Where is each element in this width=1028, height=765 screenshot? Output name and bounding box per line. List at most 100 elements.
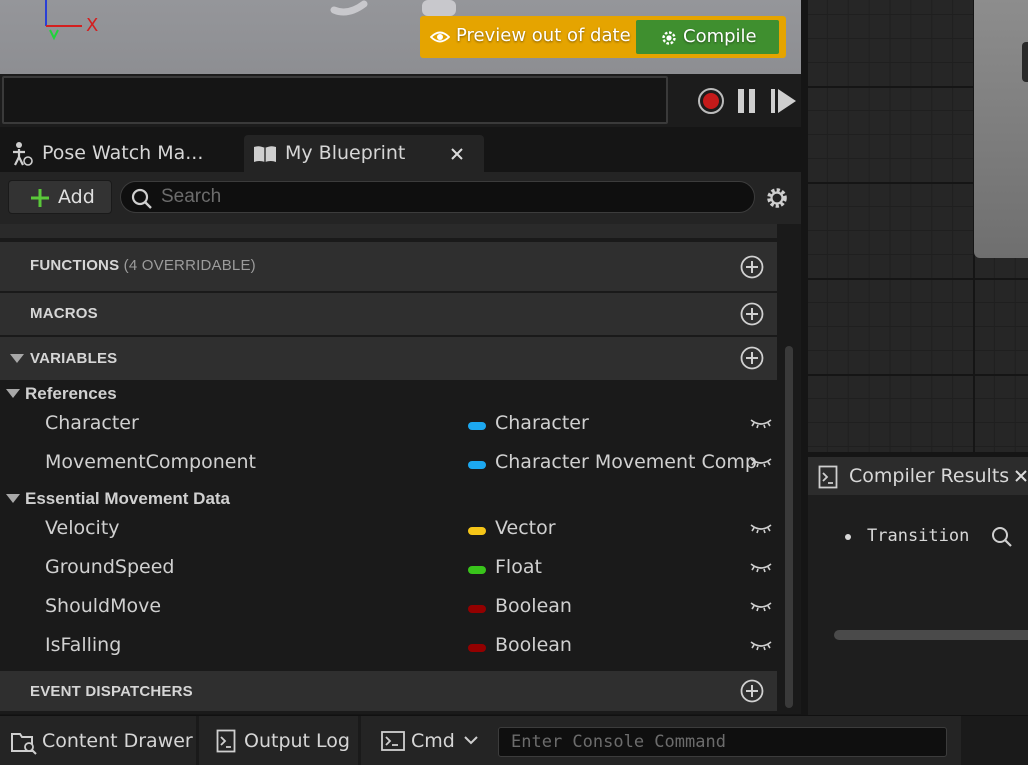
compiler-log-icon xyxy=(818,465,838,489)
closed-eye-icon[interactable] xyxy=(750,639,772,651)
variable-name: Character xyxy=(45,412,139,434)
preview-viewport[interactable]: X Preview out of date Compile xyxy=(0,0,801,74)
add-macro-plus-icon[interactable] xyxy=(740,302,764,326)
compiler-results-title: Compiler Results xyxy=(849,465,1010,487)
add-event-dispatcher-plus-icon[interactable] xyxy=(740,679,764,703)
closed-eye-icon[interactable] xyxy=(750,417,772,429)
type-color-pill xyxy=(468,422,486,430)
category-essential-movement-data[interactable]: Essential Movement Data xyxy=(0,489,777,513)
section-remnant xyxy=(0,224,777,238)
add-label: Add xyxy=(58,186,95,208)
type-color-pill xyxy=(468,566,486,574)
type-color-pill xyxy=(468,461,486,469)
type-color-pill xyxy=(468,527,486,535)
tab-my-blueprint[interactable]: My Blueprint xyxy=(244,135,484,172)
axis-x-label: X xyxy=(86,15,99,36)
category-references[interactable]: References xyxy=(0,384,777,408)
close-icon[interactable] xyxy=(451,148,463,160)
debug-toolbar xyxy=(0,74,801,127)
add-variable-plus-icon[interactable] xyxy=(740,346,764,370)
closed-eye-icon[interactable] xyxy=(750,600,772,612)
category-references-label: References xyxy=(25,384,117,403)
variable-row[interactable]: Character Character xyxy=(0,407,777,443)
tab-my-blueprint-label: My Blueprint xyxy=(285,142,406,164)
variable-type[interactable]: Boolean xyxy=(495,634,572,656)
chevron-down-icon xyxy=(464,736,478,745)
variable-row[interactable]: MovementComponent Character Movement Com… xyxy=(0,446,777,482)
book-icon xyxy=(254,146,276,162)
pause-icon[interactable] xyxy=(736,87,758,115)
debug-filter-field[interactable] xyxy=(2,76,668,124)
graph-editor-canvas[interactable] xyxy=(806,0,1028,452)
type-color-pill xyxy=(468,605,486,613)
gear-icon xyxy=(662,31,676,45)
closed-eye-icon[interactable] xyxy=(750,561,772,573)
search-icon xyxy=(131,188,152,209)
eye-icon xyxy=(430,31,450,43)
cmd-dropdown[interactable]: Cmd xyxy=(371,716,489,765)
section-functions[interactable]: FUNCTIONS (4 OVERRIDABLE) xyxy=(0,242,777,291)
graph-node-pin xyxy=(1022,42,1028,82)
section-variables-title: VARIABLES xyxy=(30,350,118,367)
closed-eye-icon[interactable] xyxy=(750,522,772,534)
content-drawer-button[interactable]: Content Drawer xyxy=(0,716,196,765)
graph-node[interactable] xyxy=(974,0,1028,258)
terminal-icon xyxy=(381,731,405,751)
panel-tab-bar: Pose Watch Ma... My Blueprint xyxy=(0,131,801,172)
console-command-input[interactable] xyxy=(498,727,947,757)
tab-pose-watch-label: Pose Watch Ma... xyxy=(42,142,204,164)
variable-type[interactable]: Float xyxy=(495,556,542,578)
variable-name: Velocity xyxy=(45,517,120,539)
search-box xyxy=(120,181,755,213)
add-function-plus-icon[interactable] xyxy=(740,255,764,279)
variable-name: IsFalling xyxy=(45,634,122,656)
compile-button[interactable]: Compile xyxy=(636,20,779,54)
variable-type[interactable]: Character xyxy=(495,412,589,434)
list-scrollbar[interactable] xyxy=(785,346,793,708)
section-functions-title: FUNCTIONS (4 OVERRIDABLE) xyxy=(30,257,256,274)
preview-banner-text: Preview out of date xyxy=(456,25,631,46)
tab-compiler-results[interactable]: Compiler Results xyxy=(808,457,1028,495)
search-input[interactable] xyxy=(161,185,741,209)
variable-name: GroundSpeed xyxy=(45,556,175,578)
variable-type[interactable]: Vector xyxy=(495,517,556,539)
pose-watch-icon xyxy=(13,142,33,166)
add-button[interactable]: Add xyxy=(8,180,112,214)
section-variables[interactable]: VARIABLES xyxy=(0,337,777,380)
variable-row[interactable]: Velocity Vector xyxy=(0,512,777,548)
variable-type[interactable]: Boolean xyxy=(495,595,572,617)
preview-out-of-date-banner: Preview out of date Compile xyxy=(420,16,786,58)
my-blueprint-toolbar: Add xyxy=(0,172,801,224)
compile-label: Compile xyxy=(683,26,757,47)
variable-name: ShouldMove xyxy=(45,595,162,617)
step-forward-icon[interactable] xyxy=(770,87,798,115)
output-log-label: Output Log xyxy=(244,730,350,752)
output-log-button[interactable]: Output Log xyxy=(199,716,358,765)
category-essential-movement-label: Essential Movement Data xyxy=(25,489,231,508)
functions-title-text: FUNCTIONS xyxy=(30,257,120,274)
settings-gear-icon[interactable] xyxy=(764,185,790,211)
variable-row[interactable]: IsFalling Boolean xyxy=(0,629,777,665)
functions-overridable-count: (4 OVERRIDABLE) xyxy=(123,257,256,274)
content-drawer-label: Content Drawer xyxy=(42,730,193,752)
variable-row[interactable]: ShouldMove Boolean xyxy=(0,590,777,626)
close-icon[interactable] xyxy=(1015,470,1027,482)
tab-pose-watch-manager[interactable]: Pose Watch Ma... xyxy=(0,135,240,172)
section-event-dispatchers[interactable]: EVENT DISPATCHERS xyxy=(0,671,777,711)
find-icon[interactable] xyxy=(991,526,1017,548)
bullet-icon xyxy=(845,534,851,540)
type-color-pill xyxy=(468,644,486,652)
section-macros[interactable]: MACROS xyxy=(0,293,777,335)
collapse-arrow-icon[interactable] xyxy=(10,354,24,364)
collapse-arrow-icon[interactable] xyxy=(6,494,20,504)
plus-icon xyxy=(31,189,49,207)
output-log-icon xyxy=(216,729,236,753)
variable-type[interactable]: Character Movement Comp xyxy=(495,451,757,473)
cmd-label: Cmd xyxy=(411,730,455,752)
record-icon[interactable] xyxy=(696,86,726,116)
variable-row[interactable]: GroundSpeed Float xyxy=(0,551,777,587)
compiler-horizontal-scrollbar[interactable] xyxy=(834,630,1028,640)
section-event-dispatchers-title: EVENT DISPATCHERS xyxy=(30,683,193,700)
closed-eye-icon[interactable] xyxy=(750,456,772,468)
collapse-arrow-icon[interactable] xyxy=(6,389,20,399)
